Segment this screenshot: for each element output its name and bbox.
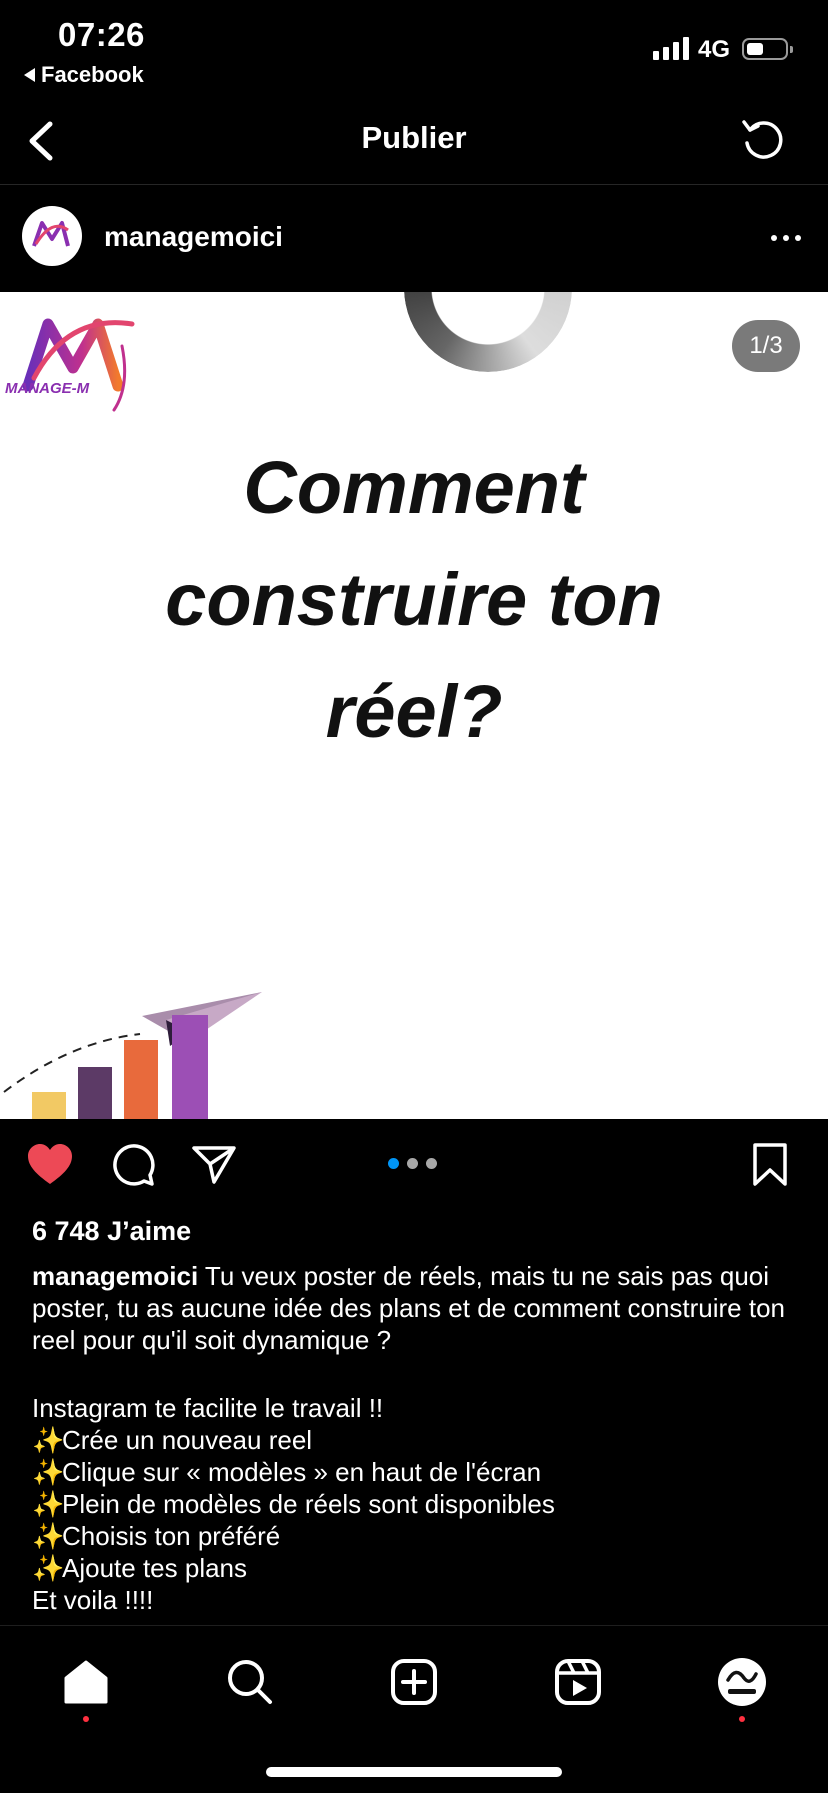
- create-icon[interactable]: [388, 1656, 440, 1708]
- carousel-dot-active: [388, 1158, 399, 1169]
- search-icon[interactable]: [224, 1656, 276, 1708]
- caption-step: ✨Ajoute tes plans: [32, 1553, 248, 1583]
- network-label: 4G: [698, 36, 731, 63]
- share-paper-plane-icon[interactable]: [190, 1142, 238, 1186]
- sparkles-icon: ✨: [32, 1521, 65, 1551]
- header-divider: [0, 184, 828, 185]
- headline-line: construire ton: [165, 558, 663, 641]
- brand-logo-icon: [22, 318, 135, 412]
- carousel-counter: 1/3: [732, 320, 800, 372]
- post-username[interactable]: managemoici: [104, 221, 283, 253]
- illustration-bar: [78, 1067, 112, 1119]
- caption-step: ✨Clique sur « modèles » en haut de l'écr…: [32, 1457, 542, 1487]
- page-title: Publier: [361, 120, 467, 155]
- profile-notification-dot: [739, 1716, 745, 1722]
- more-options-icon[interactable]: [766, 228, 806, 248]
- home-notification-dot: [83, 1716, 89, 1722]
- carousel-dot: [426, 1158, 437, 1169]
- caption-intro: Instagram te facilite le travail !!: [32, 1393, 384, 1423]
- brand-text: MANAGE-M: [5, 380, 90, 397]
- likes-count[interactable]: 6 748 J’aime: [32, 1216, 191, 1247]
- comment-icon[interactable]: [110, 1142, 156, 1188]
- refresh-icon[interactable]: [740, 116, 786, 162]
- carousel-dots: [388, 1158, 437, 1169]
- back-to-app-link[interactable]: Facebook: [24, 62, 144, 88]
- like-heart-icon[interactable]: [26, 1142, 74, 1186]
- sparkles-icon: ✨: [32, 1553, 65, 1583]
- caption-step: ✨Choisis ton préféré: [32, 1521, 281, 1551]
- profile-icon[interactable]: [716, 1656, 768, 1708]
- growth-chart-illustration: [3, 992, 262, 1119]
- signal-icon: [653, 36, 689, 60]
- caption-username[interactable]: managemoici: [32, 1261, 198, 1291]
- bottom-tab-bar: [0, 1625, 828, 1793]
- illustration-bar: [172, 1015, 208, 1119]
- illustration-bar: [32, 1092, 66, 1119]
- caption-step: ✨Plein de modèles de réels sont disponib…: [32, 1489, 555, 1519]
- caption-step: ✨Crée un nouveau reel: [32, 1425, 313, 1455]
- back-triangle-icon: [24, 68, 35, 82]
- sparkles-icon: ✨: [32, 1489, 65, 1519]
- carousel-dot: [407, 1158, 418, 1169]
- ring-graphic: [404, 292, 572, 372]
- post-caption: managemoici Tu veux poster de réels, mai…: [32, 1260, 802, 1622]
- headline-line: Comment: [243, 446, 585, 529]
- reels-icon[interactable]: [552, 1656, 604, 1708]
- post-image[interactable]: MANAGE-M 1/3 Comment construire ton réel…: [0, 292, 828, 1119]
- caption-truncated-line: Et voila !!!!: [32, 1585, 154, 1615]
- back-app-label: Facebook: [41, 62, 144, 87]
- sparkles-icon: ✨: [32, 1457, 65, 1487]
- avatar-logo-icon: [32, 221, 70, 247]
- headline-line: réel?: [325, 670, 503, 753]
- avatar[interactable]: [22, 206, 82, 266]
- bookmark-icon[interactable]: [750, 1142, 790, 1188]
- battery-icon: [742, 38, 793, 60]
- headline: Comment construire ton réel?: [60, 432, 768, 768]
- status-time: 07:26: [58, 16, 145, 53]
- illustration-bar: [124, 1040, 158, 1119]
- home-indicator: [266, 1767, 562, 1777]
- home-icon[interactable]: [60, 1656, 112, 1708]
- sparkles-icon: ✨: [32, 1425, 65, 1455]
